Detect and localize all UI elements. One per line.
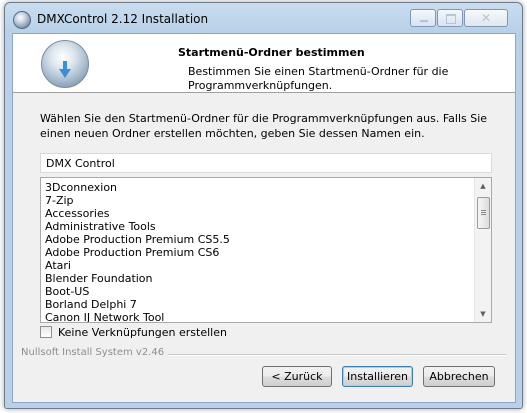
page-title: Startmenü-Ordner bestimmen [178,46,365,59]
instructions-text: Wählen Sie den Startmenü-Ordner für die … [40,112,488,140]
list-item[interactable]: Administrative Tools [45,220,156,233]
grip-line [481,212,486,213]
list-item[interactable]: 3Dconnexion [45,181,117,194]
grip-line [481,210,486,211]
list-item[interactable]: Canon IJ Network Tool [45,311,164,322]
folder-list-scrollbar[interactable]: ▲ ▼ [474,178,491,322]
installer-page: Startmenü-Ordner bestimmen Bestimmen Sie… [12,33,516,403]
install-button[interactable]: Installieren [342,366,413,387]
no-shortcuts-label[interactable]: Keine Verknüpfungen erstellen [58,326,227,339]
scrollbar-thumb[interactable] [477,197,490,229]
start-menu-folder-list[interactable]: 3Dconnexion 7-Zip Accessories Administra… [40,177,492,323]
page-subtitle: Bestimmen Sie einen Startmenü-Ordner für… [188,65,449,92]
window-title: DMXControl 2.12 Installation [37,12,209,26]
minimize-button[interactable] [410,9,436,27]
list-item[interactable]: Atari [45,259,71,272]
back-button[interactable]: < Zurück [262,366,332,387]
branding-divider [168,354,506,356]
grip-line [481,214,486,215]
installer-disc-icon [13,11,31,29]
maximize-icon [446,14,456,24]
start-menu-folder-input[interactable] [40,153,492,173]
list-item[interactable]: Adobe Production Premium CS5.5 [45,233,230,246]
minimize-icon [420,20,428,22]
maximize-button[interactable] [437,9,463,27]
installer-window: DMXControl 2.12 Installation ✕ Startmenü… [4,2,523,409]
title-bar[interactable]: DMXControl 2.12 Installation ✕ [5,3,522,33]
page-header: Startmenü-Ordner bestimmen Bestimmen Sie… [13,34,515,93]
list-item[interactable]: Adobe Production Premium CS6 [45,246,219,259]
no-shortcuts-checkbox[interactable] [40,326,52,338]
list-item[interactable]: Borland Delphi 7 [45,298,137,311]
list-item[interactable]: Blender Foundation [45,272,153,285]
download-arrow-icon [59,69,71,78]
chevron-up-icon[interactable]: ▲ [475,178,491,194]
list-item[interactable]: Accessories [45,207,109,220]
close-button[interactable]: ✕ [464,9,508,27]
list-item[interactable]: Boot-US [45,285,89,298]
cancel-button[interactable]: Abbrechen [423,366,495,387]
installer-branding: Nullsoft Install System v2.46 [21,347,165,358]
close-icon: ✕ [480,11,492,25]
chevron-down-icon[interactable]: ▼ [475,306,491,322]
install-disc-icon [41,40,89,88]
list-item[interactable]: 7-Zip [45,194,74,207]
